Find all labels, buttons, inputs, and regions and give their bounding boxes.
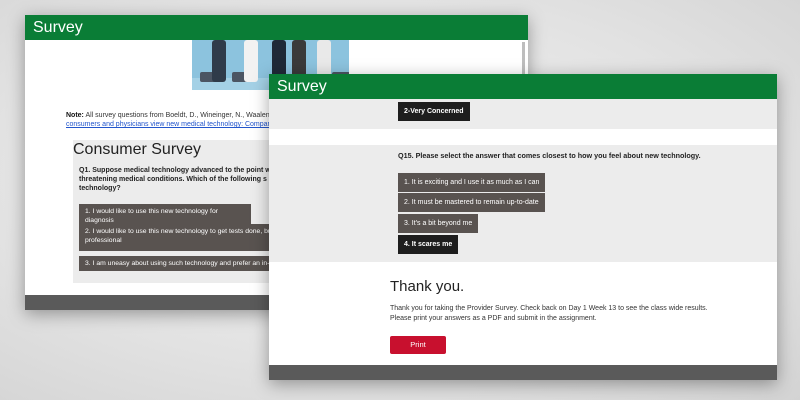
print-button[interactable]: Print bbox=[390, 336, 446, 354]
question-q15: Q15. Please select the answer that comes… bbox=[398, 151, 701, 160]
previous-answer-button[interactable]: 2-Very Concerned bbox=[398, 102, 470, 121]
thank-you-message: Thank you for taking the Provider Survey… bbox=[390, 304, 708, 324]
note-text: All survey questions from Boeldt, D., Wi… bbox=[85, 112, 279, 119]
thank-you-heading: Thank you. bbox=[390, 278, 465, 295]
thank-you-line-2: Please print your answers as a PDF and s… bbox=[390, 315, 597, 322]
note-link[interactable]: consumers and physicians view new medica… bbox=[66, 121, 276, 128]
front-window-title: Survey bbox=[269, 74, 777, 99]
thank-you-line-1: Thank you for taking the Provider Survey… bbox=[390, 305, 708, 312]
q15-option-1[interactable]: 1. It is exciting and I use it as much a… bbox=[398, 173, 546, 192]
q15-option-4-selected[interactable]: 4. It scares me bbox=[398, 235, 459, 254]
provider-survey-window: Survey 2-Very Concerned Q15. Please sele… bbox=[269, 74, 777, 380]
question-q1: Q1. Suppose medical technology advanced … bbox=[79, 167, 294, 192]
q15-option-3[interactable]: 3. It's a bit beyond me bbox=[398, 214, 479, 233]
previous-question-panel bbox=[269, 99, 777, 129]
front-window-footer bbox=[269, 365, 777, 380]
card-title: Consumer Survey bbox=[73, 141, 202, 158]
q15-option-2[interactable]: 2. It must be mastered to remain up-to-d… bbox=[398, 193, 545, 212]
back-window-title: Survey bbox=[25, 15, 528, 40]
note-label: Note: bbox=[66, 112, 84, 119]
